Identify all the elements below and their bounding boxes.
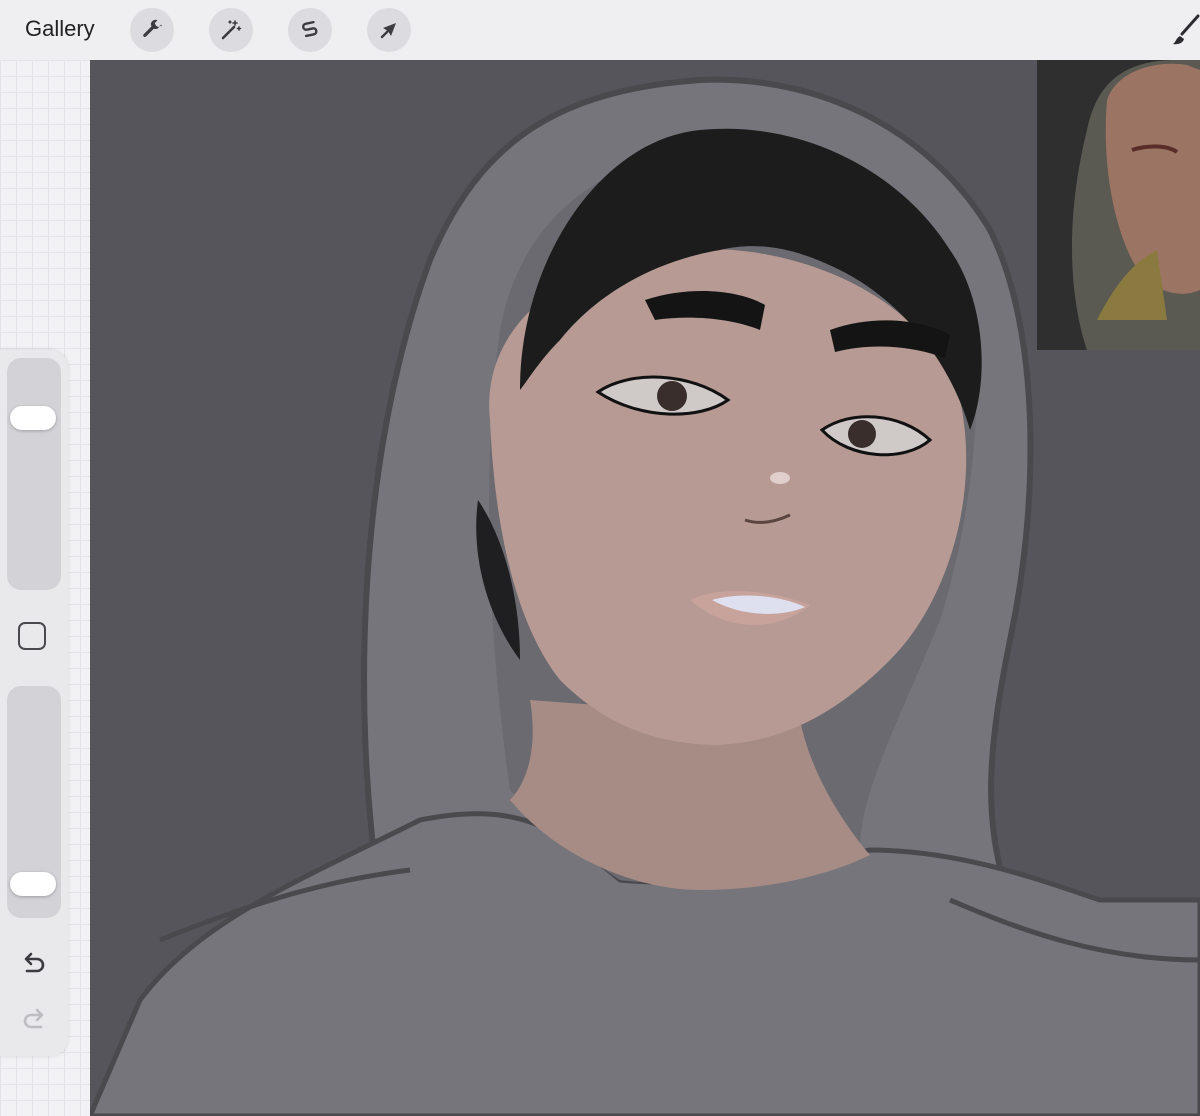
arrow-cursor-icon[interactable]: [367, 8, 411, 52]
opacity-thumb[interactable]: [10, 872, 56, 896]
sidebar: [0, 350, 68, 1056]
opacity-slider[interactable]: [7, 686, 61, 918]
magic-wand-icon[interactable]: [209, 8, 253, 52]
undo-arrow-icon[interactable]: [18, 948, 50, 980]
right-iris: [848, 420, 876, 448]
reference-image[interactable]: [1037, 60, 1200, 350]
artwork: [90, 76, 1200, 1116]
brush-size-thumb[interactable]: [10, 406, 56, 430]
nose-highlight: [770, 472, 790, 484]
gallery-button[interactable]: Gallery: [25, 16, 95, 42]
redo-arrow-icon[interactable]: [18, 1004, 50, 1036]
paintbrush-icon[interactable]: [1170, 14, 1200, 48]
square-icon[interactable]: [18, 622, 46, 650]
left-iris: [657, 381, 687, 411]
drawing-canvas[interactable]: [90, 60, 1200, 1116]
selection-s-icon[interactable]: [288, 8, 332, 52]
top-toolbar: Gallery: [0, 0, 1200, 61]
brush-size-slider[interactable]: [7, 358, 61, 590]
wrench-icon[interactable]: [130, 8, 174, 52]
